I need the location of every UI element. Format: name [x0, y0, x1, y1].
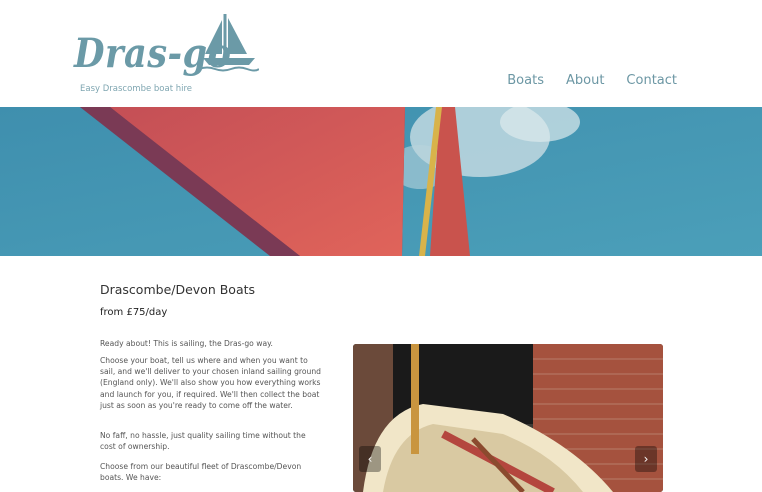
boat-photo: [353, 344, 663, 492]
description-paragraph: Choose your boat, tell us where and when…: [100, 356, 321, 410]
tagline: Easy Drascombe boat hire: [80, 84, 193, 94]
nav-about[interactable]: About: [566, 73, 604, 88]
carousel-next-button[interactable]: ›: [635, 446, 657, 472]
site-header: Dras-go Easy Drascombe boat hire Boats A…: [0, 0, 762, 107]
fleet-paragraph: Choose from our beautiful fleet of Drasc…: [100, 462, 302, 483]
boat-carousel[interactable]: ‹ ›: [353, 344, 663, 492]
price-text: from £75/day: [100, 307, 168, 318]
sailboat-icon: [199, 14, 259, 72]
nav-boats[interactable]: Boats: [507, 73, 544, 88]
main-nav: Boats About Contact: [507, 73, 677, 88]
benefit-paragraph: No faff, no hassle, just quality sailing…: [100, 431, 306, 452]
intro-paragraph: Ready about! This is sailing, the Dras-g…: [100, 339, 273, 348]
carousel-prev-button[interactable]: ‹: [359, 446, 381, 472]
logo[interactable]: Dras-go: [74, 12, 264, 82]
nav-contact[interactable]: Contact: [626, 73, 677, 88]
page-title: Drascombe/Devon Boats: [100, 282, 256, 297]
hero-image: [0, 107, 762, 256]
sails-photo: [0, 107, 762, 256]
